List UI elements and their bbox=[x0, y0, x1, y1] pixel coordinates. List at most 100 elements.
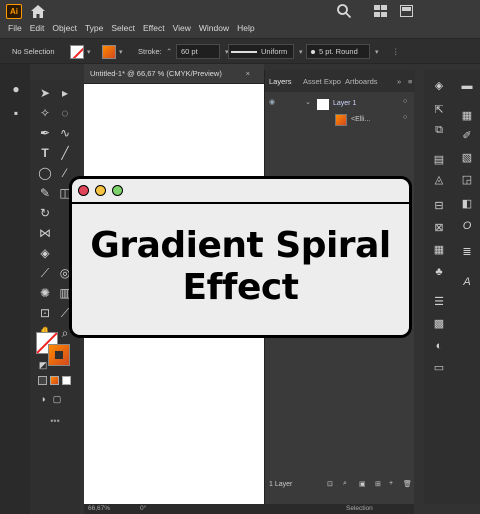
menu-object[interactable]: Object bbox=[52, 23, 77, 33]
sublayer-name[interactable]: <Elli... bbox=[351, 116, 370, 123]
shape-builder-icon[interactable]: ◈ bbox=[38, 246, 52, 260]
selection-tool-icon[interactable]: ➤ bbox=[38, 86, 52, 100]
paragraph-panel-icon[interactable]: ≣ bbox=[460, 246, 474, 258]
comments-panel-icon[interactable]: ▭ bbox=[432, 362, 446, 374]
brushes-panel-icon[interactable]: ✐ bbox=[460, 130, 474, 142]
menu-window[interactable]: Window bbox=[199, 23, 229, 33]
edit-toolbar-icon[interactable]: ••• bbox=[48, 414, 62, 428]
transform-panel-icon[interactable]: ⊠ bbox=[432, 222, 446, 234]
tab-layers[interactable]: Layers bbox=[269, 77, 292, 86]
panel-collapse-icon[interactable]: » bbox=[397, 77, 401, 86]
gradient-panel-icon[interactable]: ▩ bbox=[432, 318, 446, 330]
width-tool-icon[interactable]: ⋈ bbox=[38, 226, 52, 240]
current-tool-status: Selection bbox=[346, 505, 373, 512]
share-icon[interactable] bbox=[400, 5, 413, 17]
draw-mode-icon[interactable]: ◑ bbox=[36, 392, 50, 406]
document-tab[interactable]: Untitled-1* @ 66,67 % (CMYK/Preview) × bbox=[84, 64, 264, 84]
opentype-panel-icon[interactable]: O bbox=[460, 220, 474, 232]
sublayer-row[interactable]: <Elli... ○ bbox=[265, 114, 415, 128]
stroke-label[interactable]: Stroke: bbox=[138, 44, 162, 59]
fill-swatch[interactable]: ▾ bbox=[70, 44, 91, 59]
menu-help[interactable]: Help bbox=[237, 23, 254, 33]
menu-effect[interactable]: Effect bbox=[143, 23, 165, 33]
direct-selection-tool-icon[interactable]: ▸ bbox=[58, 86, 72, 100]
ellipse-tool-icon[interactable]: ◯ bbox=[38, 166, 52, 180]
delete-layer-icon[interactable]: 🗑 bbox=[403, 480, 412, 488]
variable-width-profile[interactable]: Uniform bbox=[228, 44, 294, 59]
layer-row[interactable]: ◉ ⌄ Layer 1 ○ bbox=[265, 98, 415, 112]
stroke-stepper-icon[interactable]: ⌃ bbox=[166, 44, 172, 59]
export-panel-icon[interactable]: ⇱ bbox=[432, 104, 446, 116]
zoom-level[interactable]: 66,67% bbox=[88, 505, 110, 512]
graphic-styles-icon[interactable]: ◲ bbox=[460, 174, 474, 186]
stroke-weight-field[interactable]: 60 pt bbox=[176, 44, 220, 59]
menu-view[interactable]: View bbox=[173, 23, 191, 33]
rotation-value[interactable]: 0° bbox=[140, 505, 146, 512]
profile-dropdown[interactable]: ▾ bbox=[296, 44, 303, 59]
stroke-panel-icon[interactable]: ☰ bbox=[432, 296, 446, 308]
menu-select[interactable]: Select bbox=[111, 23, 135, 33]
home-icon[interactable] bbox=[30, 4, 46, 19]
libraries-panel-icon[interactable]: ◬ bbox=[432, 174, 446, 186]
gradient-mode-icon[interactable] bbox=[50, 376, 59, 385]
sublayer-target-icon[interactable]: ○ bbox=[403, 114, 407, 121]
paintbrush-tool-icon[interactable]: ⁄ bbox=[58, 166, 72, 180]
rotate-tool-icon[interactable]: ↻ bbox=[38, 206, 52, 220]
appearance-panel-icon[interactable]: ◐ bbox=[432, 340, 446, 352]
eyedropper-tool-icon[interactable]: ⟋ bbox=[38, 266, 52, 280]
menu-edit[interactable]: Edit bbox=[30, 23, 45, 33]
none-mode-icon[interactable] bbox=[62, 376, 71, 385]
artboard-tool-icon[interactable]: ⊡ bbox=[38, 306, 52, 320]
stroke-swatch[interactable]: ▾ bbox=[102, 44, 123, 59]
curvature-tool-icon[interactable]: ∿ bbox=[58, 126, 72, 140]
color-mode-icon[interactable] bbox=[38, 376, 47, 385]
menu-file[interactable]: File bbox=[8, 23, 22, 33]
control-bar-more-icon[interactable]: ⋮ bbox=[392, 44, 400, 59]
clipping-mask-icon[interactable]: ▣ bbox=[359, 480, 366, 488]
workspace-layout-icon[interactable] bbox=[374, 5, 387, 17]
dock-circle-icon[interactable]: ● bbox=[9, 82, 23, 96]
magic-wand-icon[interactable]: ✧ bbox=[38, 106, 52, 120]
close-tab-icon[interactable]: × bbox=[246, 64, 250, 84]
pen-tool-icon[interactable]: ✒ bbox=[38, 126, 52, 140]
tab-artboards[interactable]: Artboards bbox=[345, 77, 378, 86]
color-panel-icon[interactable]: ▬ bbox=[460, 80, 474, 92]
properties-panel-icon[interactable]: ▤ bbox=[432, 154, 446, 166]
pathfinder-panel-icon[interactable]: ▦ bbox=[432, 244, 446, 256]
headline-line-2: Effect bbox=[182, 267, 299, 308]
default-colors-icon[interactable]: ◩ bbox=[36, 358, 50, 372]
character-panel-icon[interactable]: A bbox=[460, 276, 474, 288]
stroke-color-box[interactable] bbox=[48, 344, 70, 366]
symbol-sprayer-icon[interactable]: ✺ bbox=[38, 286, 52, 300]
visibility-eye-icon[interactable]: ◉ bbox=[269, 98, 275, 106]
locate-object-icon[interactable]: ⌕ bbox=[343, 480, 347, 488]
menu-type[interactable]: Type bbox=[85, 23, 103, 33]
line-tool-icon[interactable]: ╱ bbox=[58, 146, 72, 160]
layer-expand-icon[interactable]: ⌄ bbox=[305, 98, 311, 106]
dock-square-icon[interactable]: ▪ bbox=[9, 106, 23, 120]
search-icon[interactable] bbox=[336, 3, 352, 19]
symbols-panel-icon[interactable]: ♣ bbox=[432, 266, 446, 278]
right-dock-2: ▬ ▦ ✐ ▧ ◲ ◧ O ≣ A bbox=[452, 70, 480, 504]
layers-panel-icon[interactable]: ◈ bbox=[432, 80, 446, 92]
color-guide-icon[interactable]: ▧ bbox=[460, 152, 474, 164]
layer-target-icon[interactable]: ○ bbox=[403, 98, 407, 105]
lasso-icon[interactable]: ◌ bbox=[58, 106, 72, 120]
align-panel-icon[interactable]: ⊟ bbox=[432, 200, 446, 212]
new-sublayer-icon[interactable]: ⊞ bbox=[375, 480, 381, 488]
layer-name[interactable]: Layer 1 bbox=[333, 100, 356, 107]
artboards-panel-icon[interactable]: ⧉ bbox=[432, 124, 446, 136]
sublayer-thumbnail bbox=[335, 114, 347, 126]
new-layer-icon[interactable]: + bbox=[389, 480, 393, 487]
swatches-panel-icon[interactable]: ▦ bbox=[460, 110, 474, 122]
transparency-panel-icon[interactable]: ◧ bbox=[460, 198, 474, 210]
screen-mode-icon[interactable]: ▢ bbox=[50, 392, 64, 406]
brush-definition[interactable]: 5 pt. Round bbox=[306, 44, 370, 59]
panel-menu-icon[interactable]: ≡ bbox=[408, 77, 412, 86]
type-tool-icon[interactable]: T bbox=[38, 146, 52, 160]
tab-asset-export[interactable]: Asset Expo bbox=[303, 77, 341, 86]
brush-dropdown[interactable]: ▾ bbox=[372, 44, 379, 59]
layers-footer: 1 Layer ⊡ ⌕ ▣ ⊞ + 🗑 bbox=[265, 478, 415, 494]
shaper-tool-icon[interactable]: ✎ bbox=[38, 186, 52, 200]
collect-export-icon[interactable]: ⊡ bbox=[327, 480, 333, 488]
